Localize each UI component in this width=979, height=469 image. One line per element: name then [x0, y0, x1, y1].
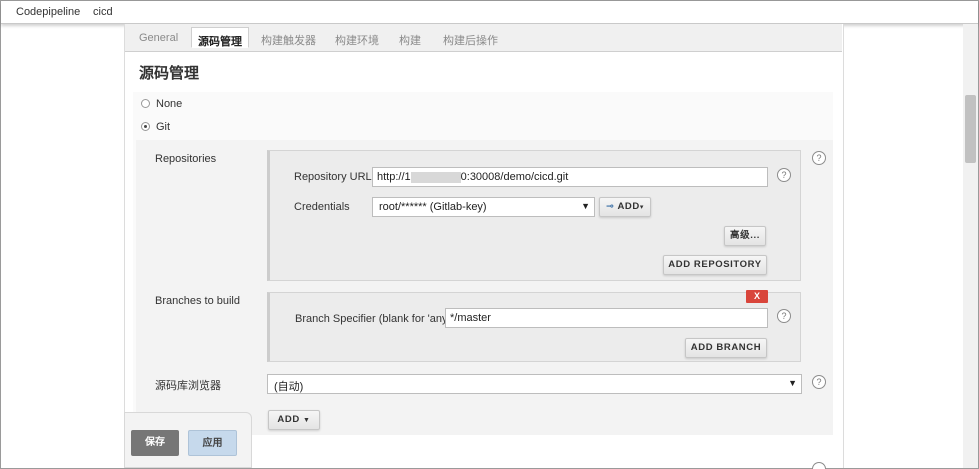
credentials-select[interactable]: root/****** (Gitlab-key) ▼: [372, 197, 595, 217]
chevron-down-icon: ▼: [788, 378, 797, 388]
breadcrumb-item-codepipeline[interactable]: Codepipeline: [16, 6, 80, 18]
page-scrollbar-thumb[interactable]: [965, 95, 976, 163]
credentials-label: Credentials: [294, 201, 350, 213]
page-scrollbar[interactable]: [963, 24, 978, 468]
repository-browser-value: (自动): [274, 381, 304, 393]
repositories-label: Repositories: [155, 153, 217, 165]
repository-browser-help-icon[interactable]: ?: [812, 375, 826, 389]
repository-url-label: Repository URL: [294, 171, 372, 183]
scm-none-radio[interactable]: [141, 99, 150, 108]
repository-browser-label: 源码库浏览器: [155, 380, 221, 392]
repositories-help-icon[interactable]: ?: [812, 151, 826, 165]
chevron-down-icon: ▼: [581, 201, 590, 211]
breadcrumb: Codepipeline cicd: [1, 1, 978, 24]
breadcrumb-item-cicd[interactable]: cicd: [93, 6, 113, 18]
scm-none-label: None: [156, 98, 183, 110]
scm-git-label: Git: [156, 121, 171, 133]
add-credentials-label: ADD: [617, 201, 640, 212]
add-branch-button[interactable]: ADD BRANCH: [685, 338, 767, 358]
apply-button[interactable]: 应用: [188, 430, 237, 456]
config-tabs: General 源码管理 构建触发器 构建环境 构建 构建后操作: [125, 24, 842, 52]
credentials-value: root/****** (Gitlab-key): [379, 201, 487, 213]
tab-build-triggers[interactable]: 构建触发器: [261, 32, 316, 48]
remove-branch-button[interactable]: X: [746, 290, 768, 303]
add-credentials-button[interactable]: ⊸ ADD▾: [599, 197, 651, 217]
branch-specifier-help-icon[interactable]: ?: [777, 309, 791, 323]
save-button[interactable]: 保存: [131, 430, 179, 456]
branch-specifier-label: Branch Specifier (blank for 'any'): [295, 313, 454, 325]
redacted-host: [410, 171, 461, 183]
branch-specifier-input[interactable]: */master: [445, 308, 768, 328]
add-behaviour-label: ADD: [277, 414, 300, 425]
repository-url-suffix: 0:30008/demo/cicd.git: [460, 171, 569, 183]
section-title: 源码管理: [139, 65, 200, 82]
tab-build[interactable]: 构建: [399, 32, 421, 48]
key-icon: ⊸: [606, 201, 615, 212]
repository-browser-select[interactable]: (自动) ▼: [267, 374, 802, 394]
tab-build-environment[interactable]: 构建环境: [335, 32, 379, 48]
caret-down-icon: ▾: [639, 204, 644, 211]
add-behaviour-button[interactable]: ADD ▼: [268, 410, 320, 430]
repository-url-input[interactable]: http://1 0:30008/demo/cicd.git: [372, 167, 768, 187]
scm-git-radio[interactable]: [141, 122, 150, 131]
tab-post-build[interactable]: 构建后操作: [443, 32, 498, 48]
tab-general[interactable]: General: [139, 32, 178, 44]
caret-down-icon: ▼: [303, 417, 311, 424]
advanced-button[interactable]: 高级...: [724, 226, 766, 246]
tab-scm[interactable]: 源码管理: [191, 27, 249, 48]
add-repository-button[interactable]: ADD REPOSITORY: [663, 255, 767, 275]
branches-label: Branches to build: [155, 295, 240, 307]
repository-url-help-icon[interactable]: ?: [777, 168, 791, 182]
repository-url-prefix: http://1: [377, 171, 411, 183]
next-section-help-icon[interactable]: [812, 462, 826, 469]
